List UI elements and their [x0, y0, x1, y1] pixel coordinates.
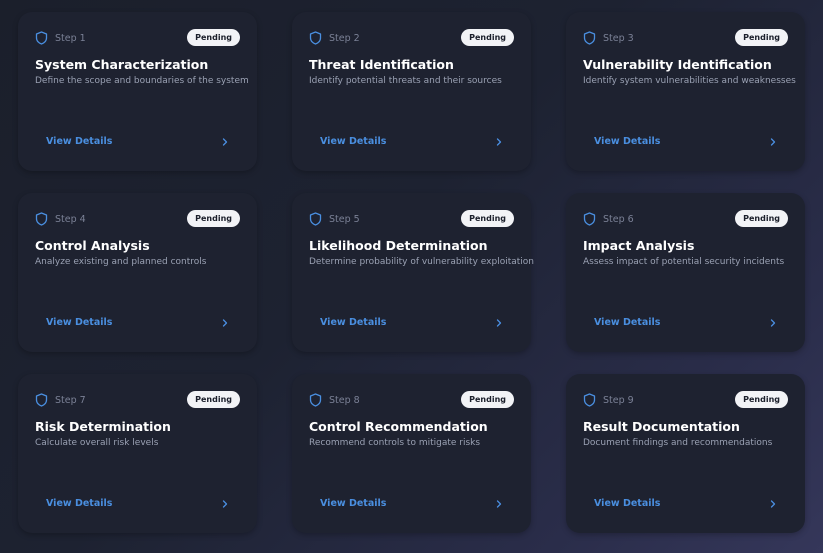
- view-details-link[interactable]: View Details: [594, 498, 660, 509]
- status-badge: Pending: [735, 391, 788, 408]
- view-details-link[interactable]: View Details: [46, 317, 112, 328]
- step-label: Step 4: [55, 213, 86, 225]
- shield-icon: [35, 212, 48, 226]
- view-details-link[interactable]: View Details: [594, 136, 660, 147]
- step-row: Step 9: [583, 393, 634, 407]
- chevron-right-icon[interactable]: [495, 499, 503, 509]
- status-badge: Pending: [735, 210, 788, 227]
- step-row: Step 7: [35, 393, 86, 407]
- card-description: Calculate overall risk levels: [35, 438, 159, 448]
- step-row: Step 3: [583, 31, 634, 45]
- card-title: Risk Determination: [35, 419, 171, 434]
- view-details-link[interactable]: View Details: [46, 136, 112, 147]
- card-description: Document findings and recommendations: [583, 438, 773, 448]
- card-title: Likelihood Determination: [309, 238, 488, 253]
- step-row: Step 2: [309, 31, 360, 45]
- card-description: Identify potential threats and their sou…: [309, 76, 502, 86]
- view-details-link[interactable]: View Details: [320, 136, 386, 147]
- step-row: Step 8: [309, 393, 360, 407]
- status-badge: Pending: [735, 29, 788, 46]
- step-label: Step 9: [603, 394, 634, 406]
- step-card-1: Step 1 Pending System Characterization D…: [18, 12, 257, 171]
- step-card-4: Step 4 Pending Control Analysis Analyze …: [18, 193, 257, 352]
- view-details-link[interactable]: View Details: [594, 317, 660, 328]
- step-label: Step 1: [55, 32, 86, 44]
- card-title: System Characterization: [35, 57, 209, 72]
- status-badge: Pending: [187, 29, 240, 46]
- shield-icon: [309, 393, 322, 407]
- chevron-right-icon[interactable]: [221, 499, 229, 509]
- step-card-2: Step 2 Pending Threat Identification Ide…: [292, 12, 531, 171]
- step-card-5: Step 5 Pending Likelihood Determination …: [292, 193, 534, 352]
- step-card-8: Step 8 Pending Control Recommendation Re…: [292, 374, 531, 533]
- step-card-3: Step 3 Pending Vulnerability Identificat…: [566, 12, 805, 171]
- view-details-link[interactable]: View Details: [320, 498, 386, 509]
- shield-icon: [309, 212, 322, 226]
- chevron-right-icon[interactable]: [221, 318, 229, 328]
- step-label: Step 2: [329, 32, 360, 44]
- card-title: Control Recommendation: [309, 419, 488, 434]
- status-badge: Pending: [461, 391, 514, 408]
- chevron-right-icon[interactable]: [495, 137, 503, 147]
- shield-icon: [35, 393, 48, 407]
- card-description: Recommend controls to mitigate risks: [309, 438, 481, 448]
- chevron-right-icon[interactable]: [495, 318, 503, 328]
- steps-grid: Step 1 Pending System Characterization D…: [18, 12, 805, 533]
- card-title: Impact Analysis: [583, 238, 695, 253]
- card-description: Define the scope and boundaries of the s…: [35, 76, 249, 86]
- step-card-6: Step 6 Pending Impact Analysis Assess im…: [566, 193, 805, 352]
- card-title: Threat Identification: [309, 57, 454, 72]
- step-row: Step 5: [309, 212, 360, 226]
- step-card-9: Step 9 Pending Result Documentation Docu…: [566, 374, 805, 533]
- chevron-right-icon[interactable]: [221, 137, 229, 147]
- step-row: Step 1: [35, 31, 86, 45]
- status-badge: Pending: [461, 210, 514, 227]
- view-details-link[interactable]: View Details: [320, 317, 386, 328]
- card-title: Control Analysis: [35, 238, 150, 253]
- step-label: Step 6: [603, 213, 634, 225]
- step-card-7: Step 7 Pending Risk Determination Calcul…: [18, 374, 257, 533]
- card-description: Analyze existing and planned controls: [35, 257, 207, 267]
- card-title: Vulnerability Identification: [583, 57, 772, 72]
- shield-icon: [35, 31, 48, 45]
- card-description: Determine probability of vulnerability e…: [309, 257, 534, 267]
- chevron-right-icon[interactable]: [769, 499, 777, 509]
- status-badge: Pending: [187, 210, 240, 227]
- chevron-right-icon[interactable]: [769, 137, 777, 147]
- chevron-right-icon[interactable]: [769, 318, 777, 328]
- step-label: Step 5: [329, 213, 360, 225]
- shield-icon: [309, 31, 322, 45]
- card-description: Assess impact of potential security inci…: [583, 257, 785, 267]
- shield-icon: [583, 31, 596, 45]
- card-title: Result Documentation: [583, 419, 740, 434]
- step-row: Step 4: [35, 212, 86, 226]
- step-label: Step 3: [603, 32, 634, 44]
- status-badge: Pending: [461, 29, 514, 46]
- shield-icon: [583, 212, 596, 226]
- step-label: Step 8: [329, 394, 360, 406]
- status-badge: Pending: [187, 391, 240, 408]
- card-description: Identify system vulnerabilities and weak…: [583, 76, 796, 86]
- view-details-link[interactable]: View Details: [46, 498, 112, 509]
- shield-icon: [583, 393, 596, 407]
- step-row: Step 6: [583, 212, 634, 226]
- step-label: Step 7: [55, 394, 86, 406]
